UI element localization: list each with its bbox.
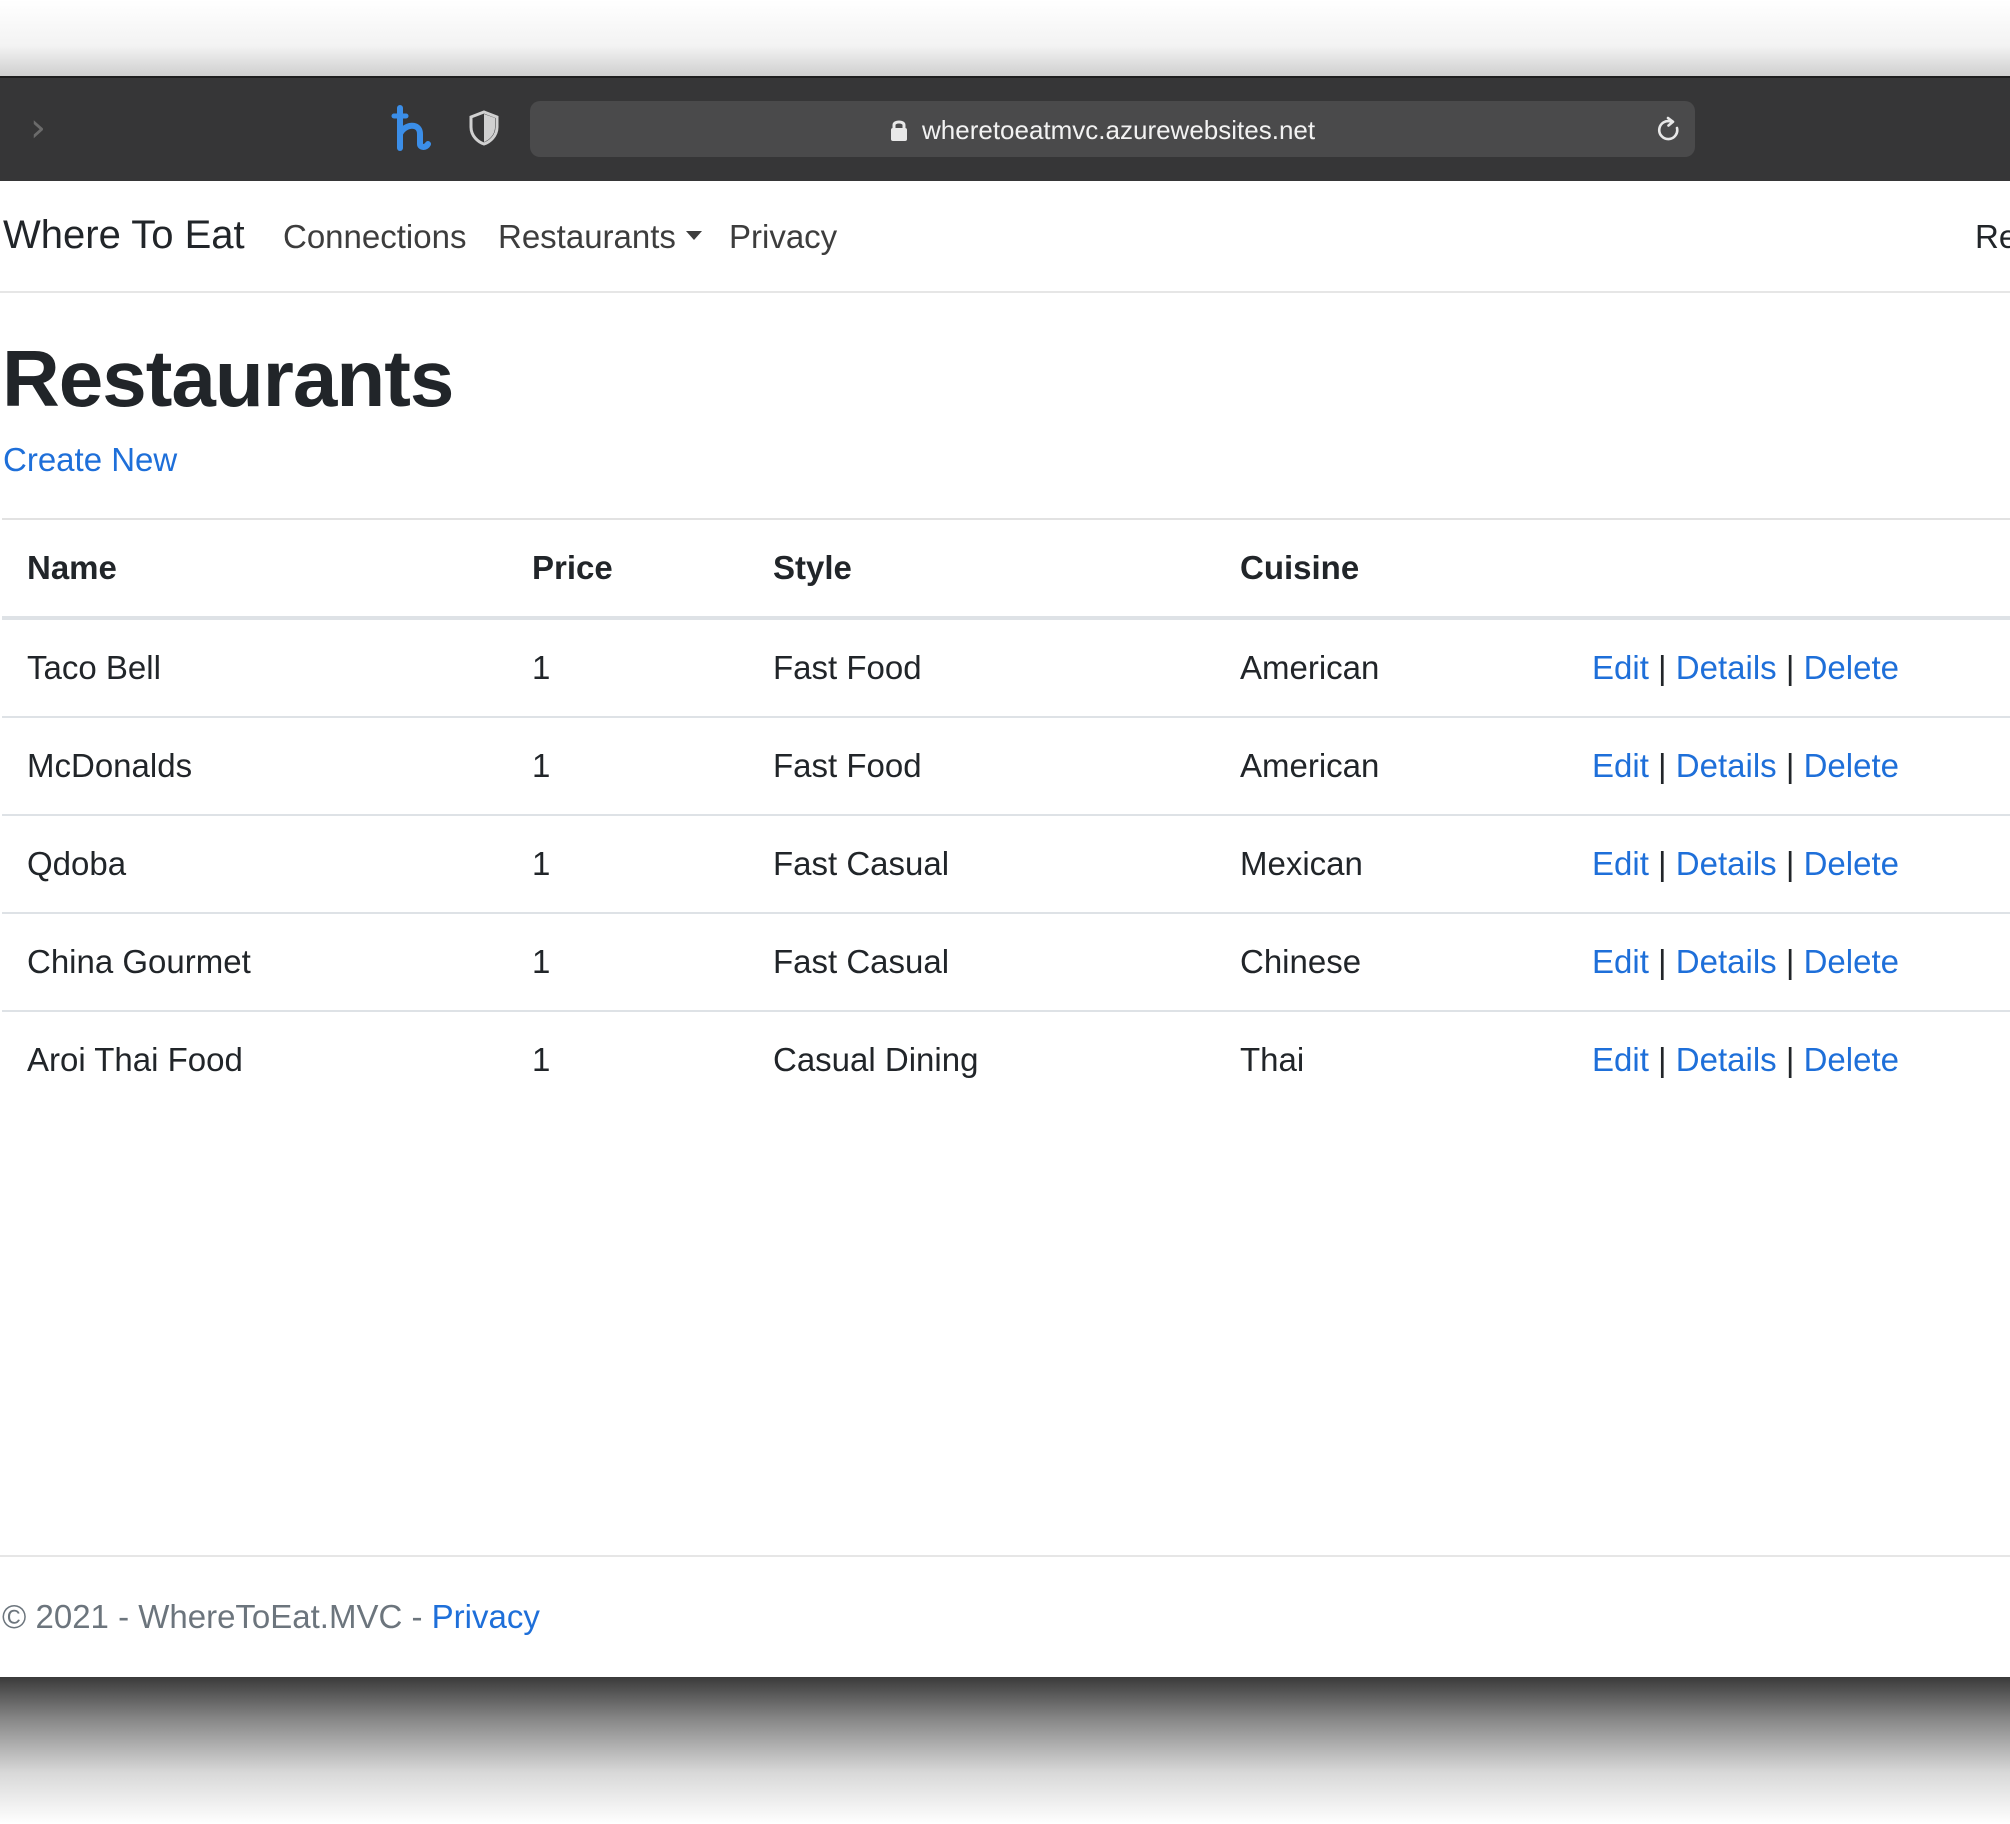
nav-restaurants-label: Restaurants bbox=[498, 218, 676, 255]
cell-price: 1 bbox=[532, 747, 551, 784]
lock-icon bbox=[891, 120, 907, 141]
row-actions: Edit | Details | Delete bbox=[1592, 648, 1899, 688]
page-title: Restaurants bbox=[2, 334, 454, 423]
cell-style: Fast Food bbox=[773, 649, 922, 686]
restaurants-table: Name Price Style Cuisine Taco Bell 1 Fas… bbox=[2, 518, 2010, 1108]
separator: | bbox=[1658, 1041, 1667, 1078]
nav-restaurants-dropdown[interactable]: Restaurants bbox=[498, 217, 702, 257]
edit-link[interactable]: Edit bbox=[1592, 943, 1649, 980]
separator: | bbox=[1785, 943, 1795, 980]
cell-price: 1 bbox=[532, 845, 551, 882]
nav-right-cut-text[interactable]: Re bbox=[1975, 217, 2010, 257]
delete-link[interactable]: Delete bbox=[1804, 845, 1899, 882]
delete-link[interactable]: Delete bbox=[1804, 1041, 1899, 1078]
edit-link[interactable]: Edit bbox=[1592, 649, 1649, 686]
table-row: Aroi Thai Food 1 Casual Dining Thai Edit… bbox=[2, 1012, 2010, 1108]
create-new-link[interactable]: Create New bbox=[3, 440, 177, 480]
footer-copyright: © 2021 - WhereToEat.MVC - bbox=[2, 1598, 432, 1635]
row-actions: Edit | Details | Delete bbox=[1592, 844, 1899, 884]
site-footer: © 2021 - WhereToEat.MVC - Privacy bbox=[0, 1555, 2010, 1677]
cell-price: 1 bbox=[532, 649, 551, 686]
separator: | bbox=[1658, 943, 1667, 980]
address-bar[interactable]: wheretoeatmvc.azurewebsites.net bbox=[530, 101, 1695, 157]
cell-style: Fast Food bbox=[773, 747, 922, 784]
nav-privacy[interactable]: Privacy bbox=[729, 217, 837, 257]
screen-backdrop-bottom bbox=[0, 1677, 2010, 1824]
cell-name: Qdoba bbox=[27, 845, 127, 882]
site-brand[interactable]: Where To Eat bbox=[3, 211, 245, 259]
cell-cuisine: American bbox=[1240, 747, 1380, 784]
cell-style: Fast Casual bbox=[773, 943, 950, 980]
details-link[interactable]: Details bbox=[1676, 943, 1777, 980]
edit-link[interactable]: Edit bbox=[1592, 747, 1649, 784]
header-price: Price bbox=[532, 549, 613, 586]
chevron-right-icon[interactable]: › bbox=[22, 108, 54, 148]
cell-cuisine: Mexican bbox=[1240, 845, 1363, 882]
cell-name: China Gourmet bbox=[27, 943, 251, 980]
details-link[interactable]: Details bbox=[1676, 845, 1777, 882]
header-cuisine: Cuisine bbox=[1240, 549, 1360, 586]
table-header: Name Price Style Cuisine bbox=[2, 520, 2010, 620]
row-actions: Edit | Details | Delete bbox=[1592, 746, 1899, 786]
cell-cuisine: Chinese bbox=[1240, 943, 1362, 980]
header-name: Name bbox=[27, 549, 117, 586]
site-navbar: Where To Eat Connections Restaurants Pri… bbox=[0, 181, 2010, 293]
cell-name: McDonalds bbox=[27, 747, 193, 784]
browser-toolbar: › wheretoeatmvc.azurewebsites.net bbox=[0, 76, 2010, 181]
cell-price: 1 bbox=[532, 1041, 551, 1078]
separator: | bbox=[1785, 1041, 1795, 1078]
cell-price: 1 bbox=[532, 943, 551, 980]
cell-cuisine: American bbox=[1240, 649, 1380, 686]
separator: | bbox=[1658, 649, 1667, 686]
cell-name: Taco Bell bbox=[27, 649, 161, 686]
table-row: Qdoba 1 Fast Casual Mexican Edit | Detai… bbox=[2, 816, 2010, 914]
footer-text: © 2021 - WhereToEat.MVC - Privacy bbox=[2, 1597, 540, 1637]
separator: | bbox=[1658, 747, 1667, 784]
url-text: wheretoeatmvc.azurewebsites.net bbox=[922, 115, 1316, 145]
cell-name: Aroi Thai Food bbox=[27, 1041, 243, 1078]
separator: | bbox=[1785, 845, 1795, 882]
details-link[interactable]: Details bbox=[1676, 1041, 1777, 1078]
header-style: Style bbox=[773, 549, 852, 586]
shield-icon[interactable] bbox=[468, 110, 500, 146]
reload-icon[interactable] bbox=[1655, 116, 1683, 144]
screen-backdrop-top bbox=[0, 0, 2010, 76]
delete-link[interactable]: Delete bbox=[1804, 943, 1899, 980]
separator: | bbox=[1785, 747, 1795, 784]
delete-link[interactable]: Delete bbox=[1804, 649, 1899, 686]
separator: | bbox=[1658, 845, 1667, 882]
delete-link[interactable]: Delete bbox=[1804, 747, 1899, 784]
honey-extension-icon[interactable] bbox=[390, 104, 434, 152]
edit-link[interactable]: Edit bbox=[1592, 845, 1649, 882]
details-link[interactable]: Details bbox=[1676, 649, 1777, 686]
edit-link[interactable]: Edit bbox=[1592, 1041, 1649, 1078]
cell-style: Casual Dining bbox=[773, 1041, 979, 1078]
details-link[interactable]: Details bbox=[1676, 747, 1777, 784]
browser-window: › wheretoeatmvc.azurewebsites.net Where … bbox=[0, 76, 2010, 1677]
separator: | bbox=[1785, 649, 1795, 686]
row-actions: Edit | Details | Delete bbox=[1592, 1040, 1899, 1080]
caret-down-icon bbox=[685, 230, 702, 240]
table-row: McDonalds 1 Fast Food American Edit | De… bbox=[2, 718, 2010, 816]
row-actions: Edit | Details | Delete bbox=[1592, 942, 1899, 982]
footer-privacy-link[interactable]: Privacy bbox=[432, 1598, 540, 1635]
cell-cuisine: Thai bbox=[1240, 1041, 1305, 1078]
table-row: Taco Bell 1 Fast Food American Edit | De… bbox=[2, 620, 2010, 718]
nav-connections[interactable]: Connections bbox=[283, 217, 466, 257]
cell-style: Fast Casual bbox=[773, 845, 950, 882]
table-row: China Gourmet 1 Fast Casual Chinese Edit… bbox=[2, 914, 2010, 1012]
